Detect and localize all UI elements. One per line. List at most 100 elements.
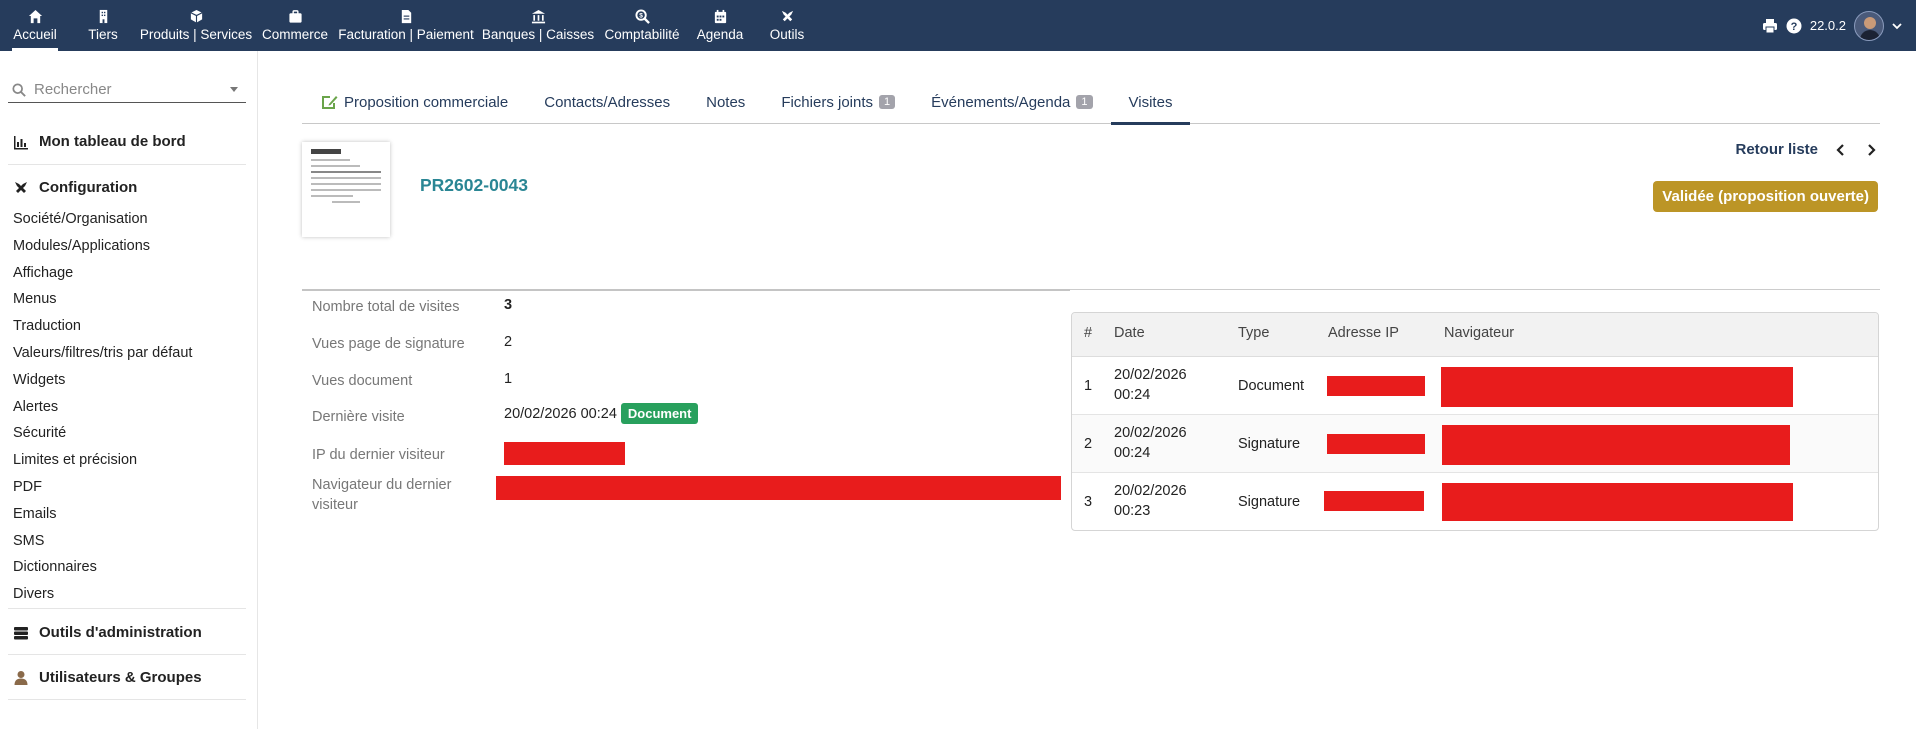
row-type: Document xyxy=(1238,378,1305,394)
sidebar-config-list: Société/Organisation Modules/Application… xyxy=(13,206,192,608)
sidebar-item[interactable]: Menus xyxy=(13,286,192,313)
tools-icon xyxy=(15,181,27,193)
tools-icon xyxy=(781,10,793,22)
info-label: Vues document xyxy=(312,373,413,389)
menu-agenda[interactable]: Agenda xyxy=(686,0,754,51)
info-label: Navigateur du dernier visiteur xyxy=(312,477,452,513)
back-to-list-link[interactable]: Retour liste xyxy=(1735,141,1818,158)
home-icon xyxy=(28,9,42,24)
sidebar-item[interactable]: Limites et précision xyxy=(13,447,192,474)
info-value: 1 xyxy=(504,371,513,387)
info-label: Dernière visite xyxy=(312,409,405,425)
object-tabs: Proposition commerciale Contacts/Adresse… xyxy=(302,80,1880,125)
info-value: 2 xyxy=(504,334,513,350)
sidebar-item[interactable]: Affichage xyxy=(13,260,192,287)
sidebar-divider xyxy=(8,699,246,700)
sidebar-search[interactable]: Rechercher xyxy=(8,77,246,103)
chevron-left-icon[interactable] xyxy=(1834,143,1848,157)
last-visit-date: 20/02/2026 00:24 xyxy=(504,405,617,422)
sidebar-divider xyxy=(8,608,246,609)
tab-notes[interactable]: Notes xyxy=(688,80,763,124)
sidebar-item[interactable]: Alertes xyxy=(13,394,192,421)
search-dollar-icon: $ xyxy=(634,9,650,24)
count-badge: 1 xyxy=(879,95,896,109)
help-icon[interactable]: ? xyxy=(1786,18,1802,34)
menu-outils[interactable]: Outils xyxy=(754,0,820,51)
tab-visites[interactable]: Visites xyxy=(1110,80,1191,125)
proposal-ref: PR2602-0043 xyxy=(420,175,528,195)
user-icon xyxy=(14,670,28,685)
redacted-browser xyxy=(1442,425,1790,465)
main-menu: Accueil Tiers Produits | Services Commer… xyxy=(0,0,820,51)
menu-comptabilite[interactable]: $ Comptabilité xyxy=(598,0,686,51)
sidebar-item[interactable]: Valeurs/filtres/tris par défaut xyxy=(13,340,192,367)
document-thumbnail[interactable] xyxy=(302,142,390,237)
sidebar-item[interactable]: PDF xyxy=(13,474,192,501)
menu-commerce[interactable]: Commerce xyxy=(256,0,334,51)
briefcase-icon xyxy=(288,10,302,23)
sidebar-item[interactable]: Emails xyxy=(13,501,192,528)
sidebar-item[interactable]: Divers xyxy=(13,581,192,608)
info-label: Nombre total de visites xyxy=(312,299,460,315)
menu-facturation-paiement[interactable]: Facturation | Paiement xyxy=(334,0,478,51)
redacted-browser xyxy=(496,476,1061,500)
column-header: # xyxy=(1084,325,1093,341)
bank-icon xyxy=(531,9,545,24)
row-number: 3 xyxy=(1084,494,1093,510)
sidebar-item[interactable]: Modules/Applications xyxy=(13,233,192,260)
menu-accueil[interactable]: Accueil xyxy=(0,0,70,51)
redacted-ip xyxy=(1327,434,1425,454)
sidebar-item[interactable]: Société/Organisation xyxy=(13,206,192,233)
column-header: Type xyxy=(1238,325,1270,341)
visits-table: # Date Type Adresse IP Navigateur 1 20/0… xyxy=(1071,312,1879,531)
table-row: 2 20/02/2026 00:24 Signature xyxy=(1072,415,1878,473)
status-badge: Validée (proposition ouverte) xyxy=(1653,181,1878,212)
search-placeholder: Rechercher xyxy=(34,81,112,98)
chevron-down-icon[interactable] xyxy=(1892,21,1902,31)
tab-evenements-agenda[interactable]: Événements/Agenda 1 xyxy=(913,80,1110,124)
sidebar-item[interactable]: Dictionnaires xyxy=(13,554,192,581)
svg-text:$: $ xyxy=(639,12,643,19)
menu-produits-services[interactable]: Produits | Services xyxy=(136,0,256,51)
menu-banques-caisses[interactable]: Banques | Caisses xyxy=(478,0,598,51)
section-divider-left xyxy=(302,289,1070,291)
info-value: 20/02/2026 00:24 Document xyxy=(504,403,699,424)
table-header: # Date Type Adresse IP Navigateur xyxy=(1072,313,1878,357)
sidebar-item[interactable]: Traduction xyxy=(13,313,192,340)
search-caret-icon[interactable] xyxy=(230,87,238,92)
row-date: 20/02/2026 00:24 xyxy=(1114,367,1187,403)
sidebar-item[interactable]: Sécurité xyxy=(13,420,192,447)
left-sidebar: Rechercher Mon tableau de bord Configura… xyxy=(0,51,258,729)
chevron-right-icon[interactable] xyxy=(1864,143,1878,157)
row-number: 2 xyxy=(1084,436,1093,452)
print-icon[interactable] xyxy=(1762,18,1778,34)
tab-contacts-adresses[interactable]: Contacts/Adresses xyxy=(526,80,688,124)
top-right-tools: ? 22.0.2 xyxy=(1762,0,1916,51)
menu-tiers[interactable]: Tiers xyxy=(70,0,136,51)
building-icon xyxy=(99,9,107,24)
redacted-ip xyxy=(504,442,625,465)
version-label: 22.0.2 xyxy=(1809,18,1846,33)
sidebar-users-groups[interactable]: Utilisateurs & Groupes xyxy=(8,669,246,686)
tab-fichiers-joints[interactable]: Fichiers joints 1 xyxy=(763,80,913,124)
row-type: Signature xyxy=(1238,494,1301,510)
row-type: Signature xyxy=(1238,436,1301,452)
info-label: Vues page de signature xyxy=(312,336,465,352)
column-header: Adresse IP xyxy=(1328,325,1399,341)
row-date: 20/02/2026 00:24 xyxy=(1114,425,1187,461)
invoice-icon xyxy=(401,9,411,24)
user-avatar[interactable] xyxy=(1854,10,1884,41)
sidebar-item[interactable]: SMS xyxy=(13,528,192,555)
redacted-ip xyxy=(1324,491,1424,511)
sidebar-configuration[interactable]: Configuration xyxy=(8,179,246,196)
tab-proposition-commerciale[interactable]: Proposition commerciale xyxy=(302,80,526,124)
sidebar-divider xyxy=(8,654,246,655)
column-header: Navigateur xyxy=(1444,325,1515,341)
proposal-icon xyxy=(322,96,338,109)
sidebar-dashboard[interactable]: Mon tableau de bord xyxy=(8,133,246,150)
chart-icon xyxy=(14,135,28,149)
cube-icon xyxy=(190,9,202,23)
sidebar-item[interactable]: Widgets xyxy=(13,367,192,394)
row-date: 20/02/2026 00:23 xyxy=(1114,483,1187,519)
sidebar-admin-tools[interactable]: Outils d'administration xyxy=(8,624,246,641)
